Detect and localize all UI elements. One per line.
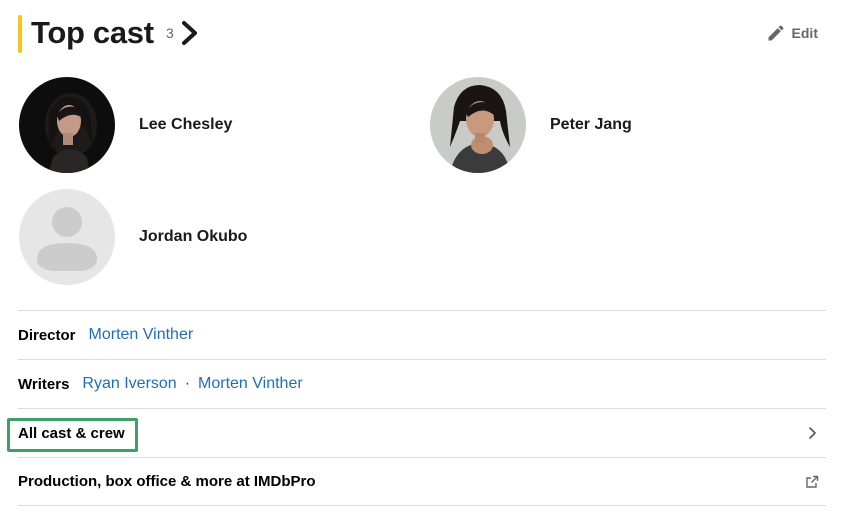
writers-label: Writers [18,375,70,393]
imdbpro-link[interactable]: Production, box office & more at IMDbPro [18,473,316,490]
cast-item-lee-chesley[interactable]: Lee Chesley [19,77,232,173]
cast-photo-icon [19,77,115,173]
section-title[interactable]: Top cast [31,16,154,50]
edit-button[interactable]: Edit [766,22,818,44]
director-row: Director Morten Vinther [18,310,826,359]
external-link-icon[interactable] [804,474,820,490]
avatar[interactable] [430,77,526,173]
all-cast-crew-link[interactable]: All cast & crew [18,425,125,442]
director-label: Director [18,326,76,344]
edit-label: Edit [791,25,818,41]
director-link[interactable]: Morten Vinther [89,326,194,344]
cast-name[interactable]: Jordan Okubo [139,228,247,246]
person-placeholder-icon [19,189,115,285]
writer-link[interactable]: Morten Vinther [198,375,303,393]
cast-photo-icon [430,77,526,173]
cast-item-peter-jang[interactable]: Peter Jang [430,77,632,173]
avatar[interactable] [19,77,115,173]
separator-dot: · [184,375,191,392]
cast-name[interactable]: Peter Jang [550,116,632,134]
cast-name[interactable]: Lee Chesley [139,116,232,134]
pencil-icon [768,25,784,41]
imdbpro-row[interactable]: Production, box office & more at IMDbPro [18,457,826,506]
cast-item-jordan-okubo[interactable]: Jordan Okubo [19,189,247,285]
all-cast-crew-row[interactable]: All cast & crew [7,408,826,457]
cast-count: 3 [166,25,174,41]
avatar[interactable] [19,189,115,285]
chevron-right-icon[interactable] [804,425,820,441]
writers-row: Writers Ryan Iverson · Morten Vinther [18,359,826,408]
chevron-right-icon[interactable] [178,20,202,46]
top-cast-header: Top cast 3 Edit [18,14,826,54]
accent-bar [18,15,22,53]
writer-link[interactable]: Ryan Iverson [82,375,176,393]
